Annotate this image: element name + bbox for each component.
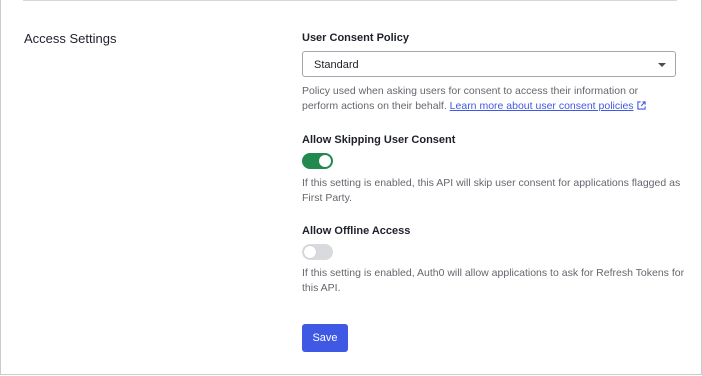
learn-more-consent-link[interactable]: Learn more about user consent policies [450, 100, 634, 112]
user-consent-policy-select[interactable]: Standard [302, 51, 676, 77]
settings-panel: Access Settings User Consent Policy Stan… [0, 0, 702, 375]
allow-skipping-consent-toggle[interactable] [302, 153, 333, 169]
user-consent-policy-label: User Consent Policy [302, 32, 409, 44]
save-button[interactable]: Save [302, 324, 348, 352]
allow-skipping-consent-label: Allow Skipping User Consent [302, 134, 456, 146]
toggle-knob [304, 246, 316, 258]
user-consent-policy-help: Policy used when asking users for consen… [302, 84, 662, 115]
toggle-knob [319, 155, 331, 167]
caret-down-icon [658, 63, 666, 67]
divider [23, 0, 677, 1]
allow-offline-access-toggle[interactable] [302, 244, 333, 260]
section-title: Access Settings [24, 31, 117, 46]
allow-skipping-consent-help: If this setting is enabled, this API wil… [302, 177, 681, 204]
external-link-icon[interactable] [636, 100, 646, 115]
allow-offline-access-label: Allow Offline Access [302, 225, 411, 237]
allow-offline-access-help: If this setting is enabled, Auth0 will a… [302, 267, 685, 294]
learn-more-link-text: Learn more about user consent policies [449, 100, 634, 112]
user-consent-policy-value: Standard [314, 59, 359, 71]
